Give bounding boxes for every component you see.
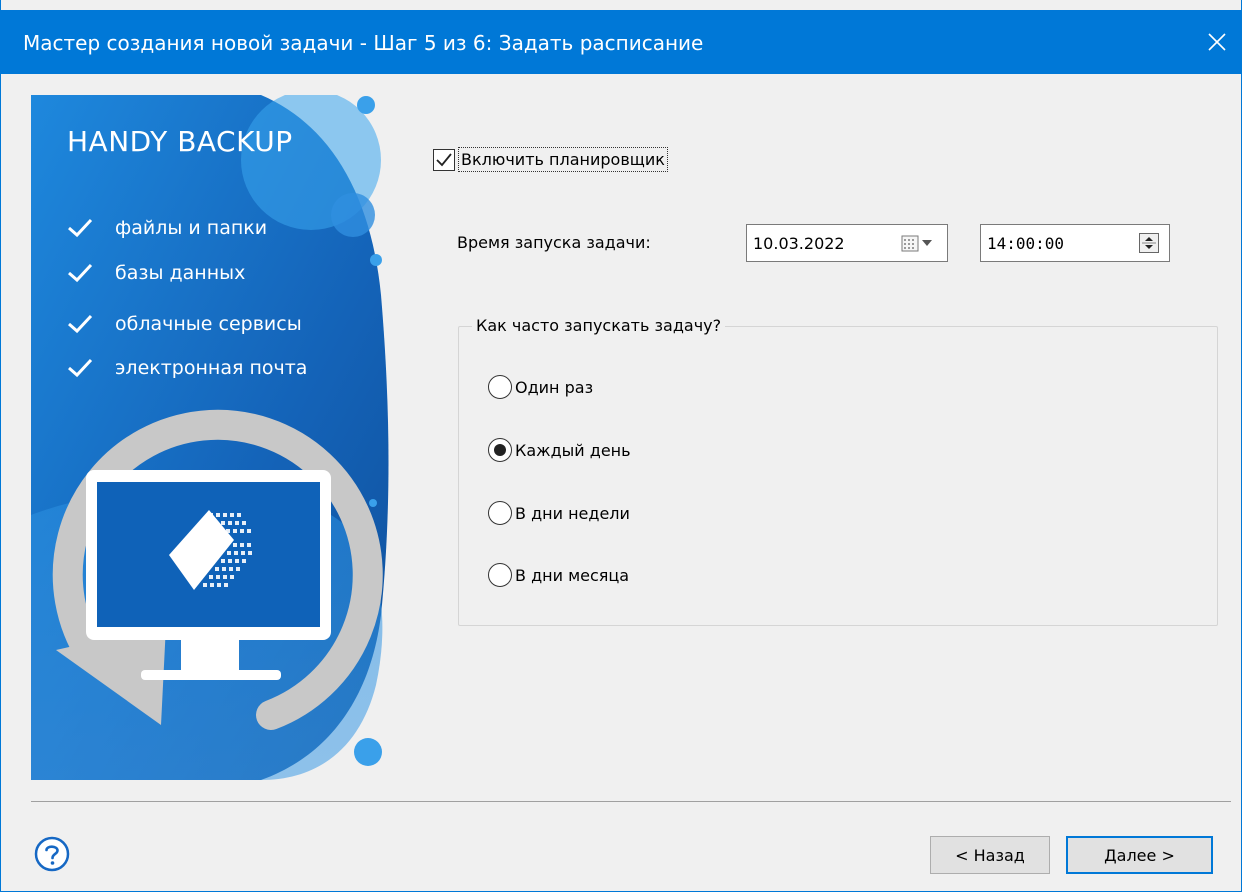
check-icon — [68, 218, 93, 238]
radio-label: Один раз — [515, 377, 594, 397]
feature-item: облачные сервисы — [67, 313, 302, 335]
chevron-down-icon — [922, 240, 932, 246]
check-icon — [68, 358, 93, 378]
start-time-label: Время запуска задачи: — [457, 233, 651, 252]
close-icon — [1208, 33, 1226, 51]
help-icon — [34, 836, 70, 872]
checkmark-icon — [436, 152, 452, 166]
time-spinner[interactable] — [1139, 233, 1159, 253]
radio-label: В дни месяца — [515, 565, 630, 585]
radio-once[interactable]: Один раз — [488, 375, 593, 399]
radio-label: Каждый день — [515, 440, 631, 460]
check-icon — [68, 263, 93, 283]
start-date-picker[interactable]: 10.03.2022 — [746, 224, 948, 262]
radio-daily[interactable]: Каждый день — [488, 438, 631, 462]
enable-scheduler-checkbox[interactable]: Включить планировщик — [433, 147, 668, 172]
wizard-window: Мастер создания новой задачи - Шаг 5 из … — [0, 0, 1242, 892]
next-button[interactable]: Далее > — [1066, 836, 1213, 874]
feature-item: базы данных — [67, 262, 245, 284]
start-date-value: 10.03.2022 — [753, 233, 845, 253]
radio-label: В дни недели — [515, 503, 630, 523]
spin-arrows-icon — [1142, 237, 1156, 249]
radio-weekdays[interactable]: В дни недели — [488, 501, 630, 525]
feature-label: файлы и папки — [115, 217, 268, 239]
banner-graphic — [31, 95, 389, 780]
radio-button[interactable] — [488, 375, 512, 399]
checkbox-box[interactable] — [433, 148, 455, 171]
feature-label: электронная почта — [115, 357, 308, 379]
promo-banner: HANDY BACKUP файлы и папки базы данных о… — [31, 95, 391, 780]
footer-separator — [31, 801, 1231, 802]
radio-button[interactable] — [488, 501, 512, 525]
radio-button[interactable] — [488, 438, 512, 462]
check-icon — [68, 314, 93, 334]
help-button[interactable] — [33, 835, 71, 873]
feature-item: файлы и папки — [67, 217, 267, 239]
date-dropdown-button[interactable] — [901, 233, 941, 253]
close-button[interactable] — [1191, 10, 1241, 74]
feature-label: базы данных — [115, 262, 246, 284]
back-button[interactable]: < Назад — [930, 836, 1050, 874]
radio-month-days[interactable]: В дни месяца — [488, 563, 629, 587]
window-title: Мастер создания новой задачи - Шаг 5 из … — [23, 31, 704, 55]
brand-logo-text: HANDY BACKUP — [67, 125, 293, 158]
enable-scheduler-label[interactable]: Включить планировщик — [458, 147, 668, 172]
feature-label: облачные сервисы — [115, 313, 302, 335]
frequency-group-title: Как часто запускать задачу? — [472, 316, 726, 335]
radio-button[interactable] — [488, 563, 512, 587]
start-time-input[interactable]: 14:00:00 — [980, 224, 1170, 262]
calendar-icon — [901, 235, 919, 252]
title-bar: Мастер создания новой задачи - Шаг 5 из … — [1, 10, 1241, 74]
feature-item: электронная почта — [67, 357, 307, 379]
start-time-value: 14:00:00 — [987, 233, 1065, 253]
